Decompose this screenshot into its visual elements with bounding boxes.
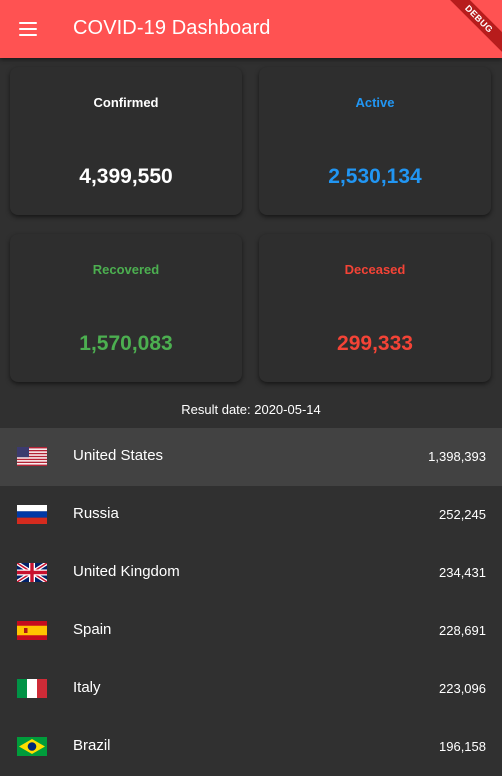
menu-icon[interactable] [12, 13, 44, 45]
country-row-spain[interactable]: Spain 228,691 [0, 602, 502, 660]
country-row-russia[interactable]: Russia 252,245 [0, 486, 502, 544]
spain-flag-icon [17, 621, 47, 640]
result-date: Result date: 2020-05-14 [181, 402, 321, 417]
country-row-italy[interactable]: Italy 223,096 [0, 660, 502, 718]
russia-flag-icon [17, 505, 47, 524]
uk-flag-icon [17, 563, 47, 582]
us-flag-icon [17, 447, 47, 466]
country-count: 196,158 [439, 739, 486, 754]
confirmed-card: Confirmed 4,399,550 [10, 67, 242, 215]
country-row-united-states[interactable]: United States 1,398,393 [0, 428, 502, 486]
debug-label: DEBUG [446, 0, 502, 56]
debug-banner: DEBUG [446, 0, 502, 56]
deceased-card: Deceased 299,333 [259, 234, 491, 382]
active-label: Active [355, 95, 395, 110]
country-row-united-kingdom[interactable]: United Kingdom 234,431 [0, 544, 502, 602]
recovered-card: Recovered 1,570,083 [10, 234, 242, 382]
country-name: United States [73, 447, 164, 464]
brazil-flag-icon [17, 737, 47, 756]
italy-flag-icon [17, 679, 47, 698]
deceased-label: Deceased [344, 262, 406, 277]
country-name: Italy [73, 679, 101, 696]
recovered-label: Recovered [92, 262, 160, 277]
app-bar: COVID-19 Dashboard [0, 0, 502, 58]
recovered-value: 1,570,083 [79, 332, 173, 355]
country-count: 223,096 [439, 681, 486, 696]
active-card: Active 2,530,134 [259, 67, 491, 215]
confirmed-label: Confirmed [93, 95, 159, 110]
country-name: Brazil [73, 737, 111, 754]
country-name: Russia [73, 505, 119, 522]
country-count: 228,691 [439, 623, 486, 638]
country-row-brazil[interactable]: Brazil 196,158 [0, 718, 502, 776]
deceased-value: 299,333 [337, 332, 413, 355]
country-count: 234,431 [439, 565, 486, 580]
country-list: United States 1,398,393 Russia 252,245 U… [0, 428, 502, 776]
country-name: Spain [73, 621, 112, 638]
country-count: 1,398,393 [428, 449, 486, 464]
country-count: 252,245 [439, 507, 486, 522]
country-name: United Kingdom [73, 563, 180, 580]
app-title: COVID-19 Dashboard [73, 17, 271, 39]
confirmed-value: 4,399,550 [79, 165, 173, 188]
active-value: 2,530,134 [328, 165, 422, 188]
